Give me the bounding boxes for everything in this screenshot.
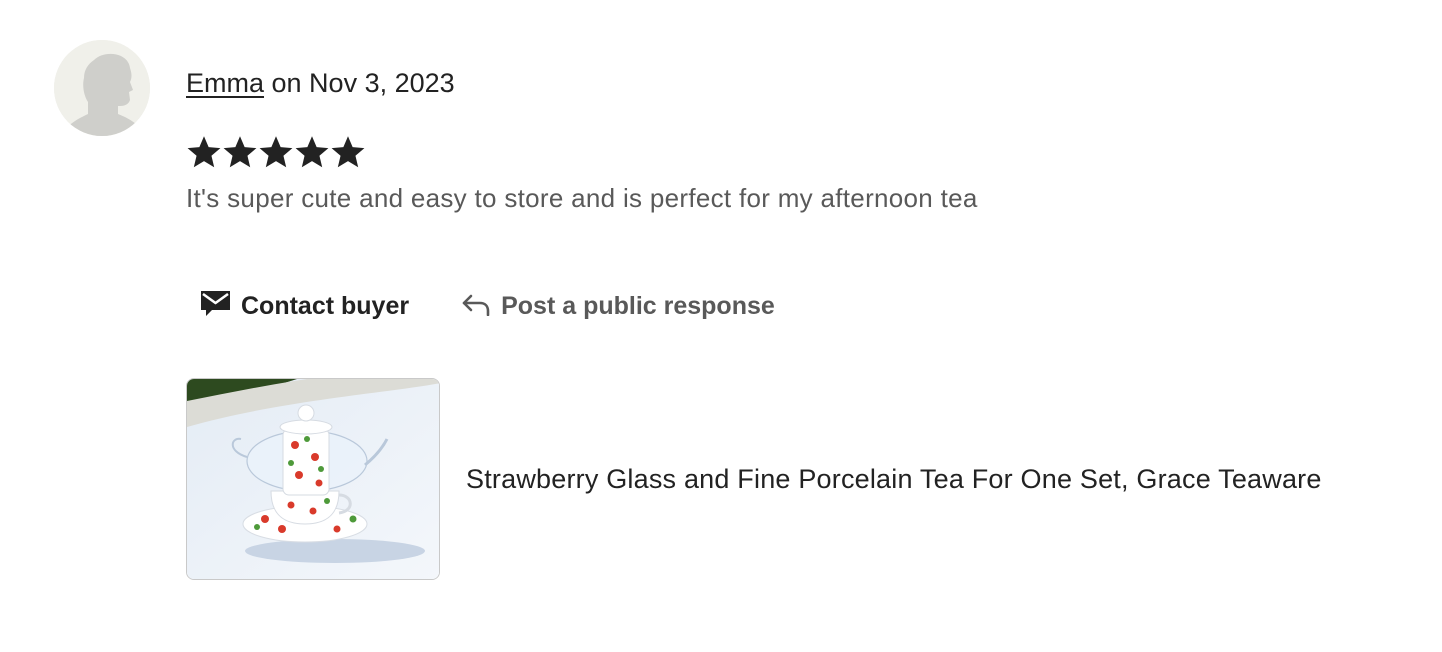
review-actions: Contact buyer Post a public response bbox=[200, 286, 775, 326]
envelope-icon bbox=[200, 289, 231, 324]
review-text: It's super cute and easy to store and is… bbox=[186, 183, 978, 213]
contact-buyer-button[interactable]: Contact buyer bbox=[200, 289, 409, 324]
reply-arrow-icon bbox=[461, 290, 491, 323]
contact-buyer-label: Contact buyer bbox=[241, 291, 410, 320]
listing-thumbnail[interactable] bbox=[186, 378, 440, 580]
star-icon bbox=[187, 136, 221, 168]
star-icon bbox=[259, 136, 293, 168]
reviewer-name-link[interactable]: Emma bbox=[186, 68, 264, 98]
reviewer-avatar bbox=[54, 40, 150, 136]
star-rating bbox=[186, 134, 366, 170]
user-silhouette-icon bbox=[54, 40, 150, 136]
star-icon bbox=[295, 136, 329, 168]
review-date: on Nov 3, 2023 bbox=[264, 68, 455, 98]
post-public-response-button[interactable]: Post a public response bbox=[461, 290, 775, 323]
review-meta: Emma on Nov 3, 2023 bbox=[186, 66, 455, 100]
star-icon bbox=[223, 136, 257, 168]
post-public-response-label: Post a public response bbox=[501, 291, 775, 320]
reviewed-listing[interactable]: Strawberry Glass and Fine Porcelain Tea … bbox=[186, 378, 1322, 580]
star-icon bbox=[331, 136, 365, 168]
listing-title-link[interactable]: Strawberry Glass and Fine Porcelain Tea … bbox=[466, 464, 1322, 495]
